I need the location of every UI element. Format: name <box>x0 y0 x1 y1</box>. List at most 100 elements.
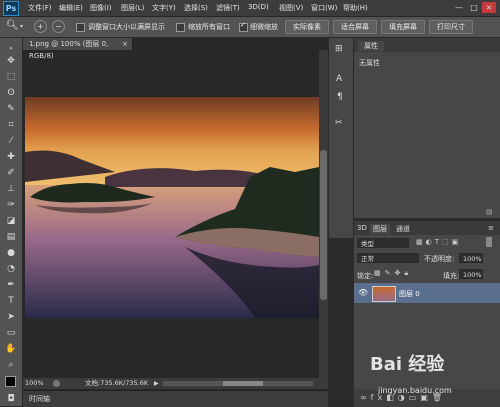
opacity-label: 不透明度: <box>424 255 455 263</box>
zoom-all-label: 缩放所有窗口 <box>188 23 230 31</box>
zoom-in-icon[interactable]: + <box>34 20 47 33</box>
layer-row[interactable]: 👁︎ 图层 0 <box>354 283 500 303</box>
menu-view[interactable]: 视图(V) <box>279 3 303 13</box>
timeline-label: 时间轴 <box>29 395 50 403</box>
document-tab[interactable]: 1.png @ 100% (图层 0, RGB/8) × <box>23 38 133 60</box>
zoom-tool-icon[interactable]: 🔍︎ <box>6 20 19 31</box>
properties-panel-corner-icon[interactable]: ▤ <box>486 208 493 216</box>
scrubby-zoom-checkbox[interactable] <box>239 21 248 32</box>
menu-image[interactable]: 图像(I) <box>90 3 112 13</box>
menu-3d[interactable]: 3D(D) <box>248 3 269 11</box>
status-menu-arrow-icon[interactable]: ▶ <box>154 378 159 389</box>
lasso-tool-icon[interactable]: ʘ <box>4 87 18 100</box>
paragraph-panel-icon[interactable]: ¶ <box>337 92 343 102</box>
fill-label: 填充: <box>443 272 460 280</box>
layer-filter-icons[interactable]: ▦◐T⬚▣ <box>416 238 461 246</box>
menu-bar: Ps 文件(F) 编辑(E) 图像(I) 图层(L) 文字(Y) 选择(S) 滤… <box>0 0 500 17</box>
layer-filter-value: 类型 <box>361 240 374 248</box>
close-button[interactable]: × <box>482 2 496 13</box>
horizontal-scrollbar-thumb[interactable] <box>223 381 263 386</box>
tool-preset-chevron-icon[interactable]: ▾ <box>20 23 23 30</box>
fill-value: 100% <box>463 271 482 279</box>
zoom-level[interactable]: 100% <box>25 378 44 389</box>
document-size: 文档:735.6K/735.6K <box>85 379 149 387</box>
fill-screen-button[interactable]: 填充屏幕 <box>381 20 425 34</box>
healing-brush-tool-icon[interactable]: ✚ <box>4 151 18 164</box>
print-size-button[interactable]: 打印尺寸 <box>429 20 473 34</box>
tool-presets-icon[interactable]: ✂ <box>335 118 343 128</box>
opacity-input[interactable]: 100% <box>459 253 483 263</box>
maximize-button[interactable]: □ <box>467 2 481 13</box>
eyedropper-tool-icon[interactable]: ⁄ <box>4 135 18 148</box>
actual-pixels-button[interactable]: 实际像素 <box>285 20 329 34</box>
properties-tab[interactable]: 属性 <box>358 41 384 51</box>
scrubby-zoom-label: 细微缩放 <box>250 23 278 31</box>
menu-edit[interactable]: 编辑(E) <box>59 3 83 13</box>
watermark: Bai 经验 jingyan.baidu.com <box>370 350 498 404</box>
zoom-all-checkbox[interactable] <box>176 23 185 32</box>
crop-tool-icon[interactable]: ⌗ <box>4 119 18 132</box>
foreground-color-swatch[interactable] <box>5 376 16 387</box>
document-close-icon[interactable]: × <box>122 38 128 50</box>
blend-mode-value: 正常 <box>361 255 374 263</box>
gradient-tool-icon[interactable]: ▤ <box>4 231 18 244</box>
lock-icons[interactable]: ▦✎✥🔒︎ <box>374 269 412 278</box>
brush-tool-icon[interactable]: ✐ <box>4 167 18 180</box>
menu-filter[interactable]: 滤镜(T) <box>216 3 240 13</box>
menu-file[interactable]: 文件(F) <box>28 3 52 13</box>
collapsed-panel-column: ⊞ A ¶ ✂ <box>329 38 354 238</box>
quick-selection-tool-icon[interactable]: ✎ <box>4 103 18 116</box>
tab-channels[interactable]: 通道 <box>396 224 410 234</box>
vertical-scrollbar-thumb[interactable] <box>320 150 327 300</box>
blend-mode-select[interactable]: 正常 <box>357 253 419 263</box>
type-tool-icon[interactable]: T <box>4 295 18 308</box>
pen-tool-icon[interactable]: ✒ <box>4 279 18 292</box>
menu-type[interactable]: 文字(Y) <box>152 3 176 13</box>
layers-panel-menu-icon[interactable]: ≡ <box>488 224 494 232</box>
watermark-text: Bai 经验 <box>370 354 445 375</box>
menu-window[interactable]: 窗口(W) <box>311 3 337 13</box>
menu-select[interactable]: 选择(S) <box>184 3 208 13</box>
zoom-tool-box-icon[interactable]: ⌕ <box>4 359 18 372</box>
document-status-bar: 100% 文档:735.6K/735.6K ▶ <box>23 378 328 389</box>
filter-toggle-icon[interactable] <box>486 237 492 247</box>
layer-filter-select[interactable]: 类型 <box>357 238 409 248</box>
minimize-button[interactable]: — <box>452 2 466 13</box>
character-panel-icon[interactable]: A <box>336 74 342 84</box>
dodge-tool-icon[interactable]: ◔ <box>4 263 18 276</box>
menu-help[interactable]: 帮助(H) <box>343 3 368 13</box>
history-brush-tool-icon[interactable]: ✑ <box>4 199 18 212</box>
layer-thumbnail <box>372 286 396 302</box>
opacity-value: 100% <box>463 255 482 263</box>
hand-tool-icon[interactable]: ✋ <box>4 343 18 356</box>
zoom-out-icon[interactable]: − <box>52 20 65 33</box>
clone-stamp-tool-icon[interactable]: ⊥ <box>4 183 18 196</box>
canvas-image[interactable] <box>25 97 319 318</box>
toolbox: » ✥ ⬚ ʘ ✎ ⌗ ⁄ ✚ ✐ ⊥ ✑ ◪ ▤ ● ◔ ✒ T ➤ ▭ ✋ … <box>0 38 23 406</box>
watermark-url: jingyan.baidu.com <box>378 386 452 395</box>
resize-windows-checkbox[interactable] <box>76 23 85 32</box>
move-tool-icon[interactable]: ✥ <box>4 55 18 68</box>
tab-layers[interactable]: 图层 <box>370 224 390 234</box>
status-info-icon[interactable] <box>53 380 60 387</box>
timeline-bar[interactable]: 时间轴 <box>23 390 328 407</box>
path-selection-tool-icon[interactable]: ➤ <box>4 311 18 324</box>
fill-input[interactable]: 100% <box>459 269 483 279</box>
quick-mask-icon[interactable]: ◘ <box>4 393 18 406</box>
visibility-eye-icon[interactable]: 👁︎ <box>358 288 368 297</box>
menu-layer[interactable]: 图层(L) <box>121 3 144 13</box>
properties-content: 无属性 <box>359 59 380 67</box>
shape-tool-icon[interactable]: ▭ <box>4 327 18 340</box>
fit-screen-button[interactable]: 适合屏幕 <box>333 20 377 34</box>
photoshop-logo: Ps <box>3 1 19 16</box>
properties-panel: 属性 无属性 ▤ <box>354 38 500 218</box>
options-bar: 🔍︎ ▾ + − 调整窗口大小以满屏显示 缩放所有窗口 细微缩放 实际像素 适合… <box>0 17 500 38</box>
layer-name: 图层 0 <box>399 290 420 298</box>
history-panel-icon[interactable]: ⊞ <box>335 44 343 54</box>
blur-tool-icon[interactable]: ● <box>4 247 18 260</box>
tab-3d[interactable]: 3D <box>357 224 367 232</box>
eraser-tool-icon[interactable]: ◪ <box>4 215 18 228</box>
toolbox-collapse-icon[interactable]: » <box>4 42 18 55</box>
resize-windows-label: 调整窗口大小以满屏显示 <box>88 23 165 31</box>
marquee-tool-icon[interactable]: ⬚ <box>4 71 18 84</box>
